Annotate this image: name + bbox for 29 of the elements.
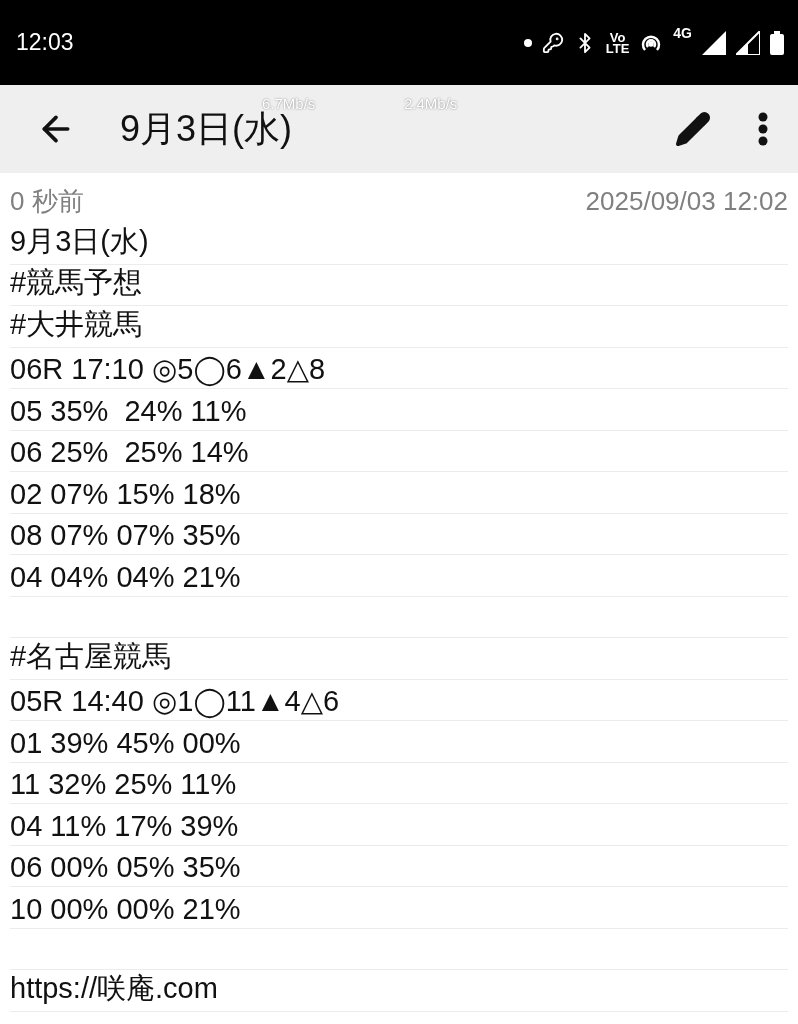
network-type: 4G xyxy=(673,24,692,41)
note-line: https://咲庵.com xyxy=(10,970,218,1006)
note-line: 11 32% 25% 11% xyxy=(10,768,237,801)
note-line: #名古屋競馬 xyxy=(10,638,172,674)
note-line: 9月3日(水) xyxy=(10,223,149,259)
dot-icon xyxy=(523,38,532,47)
pencil-icon xyxy=(674,110,712,148)
note-line: 04 11% 17% 39% xyxy=(10,809,239,843)
key-icon xyxy=(541,31,564,54)
note-line: 01 39% 45% 00% xyxy=(10,726,241,760)
note-line: #競馬予想 xyxy=(10,265,143,300)
note-line: 06R 17:10 ◎5◯6▲2△8 xyxy=(10,352,326,386)
note-line: 05 35% 24% 11% xyxy=(10,394,247,428)
note-line: 06 25% 25% 14% xyxy=(10,436,249,469)
menu-icon xyxy=(758,112,768,146)
battery-icon xyxy=(770,30,784,55)
note-line: 06 00% 05% 35% xyxy=(10,851,241,884)
note-line: 05R 14:40 ◎1◯11▲4△6 xyxy=(10,684,340,718)
note-line: 04 04% 04% 21% xyxy=(10,560,241,594)
note-line: 08 07% 07% 35% xyxy=(10,519,241,552)
note-line: 10 00% 00% 21% xyxy=(10,892,241,926)
timestamp: 2025/09/03 12:02 xyxy=(585,185,788,217)
note-line: #大井競馬 xyxy=(10,306,143,342)
signal-icon xyxy=(736,30,760,55)
note-line: 02 07% 15% 18% xyxy=(10,477,241,511)
relative-time: 0 秒前 xyxy=(10,184,84,218)
volte-label: Vo LTE xyxy=(605,31,630,54)
signal-icon xyxy=(702,30,726,55)
clock: 12:03 xyxy=(16,29,74,56)
